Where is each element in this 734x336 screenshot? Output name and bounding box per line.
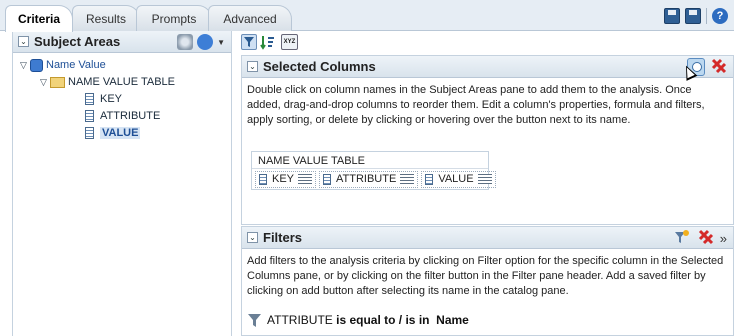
tree-node-label: KEY [100,93,123,105]
selected-columns-title: Selected Columns [263,59,376,74]
filter-icon [248,313,261,327]
save-icon[interactable] [664,8,680,24]
selected-columns-pane: ⌄ Selected Columns Double click on colum… [241,55,734,225]
filters-tools: » [674,229,727,247]
tab-toolbar: ? [664,8,728,24]
column-label: ATTRIBUTE [336,173,397,185]
tree-node-attribute[interactable]: ATTRIBUTE [85,108,160,124]
column-icon [85,127,94,139]
folder-icon [50,76,65,88]
column-icon [85,93,94,105]
tree-node-value[interactable]: VALUE [85,125,141,141]
filter-item[interactable]: ATTRIBUTE is equal to / is in Name [248,313,469,327]
column-value[interactable]: VALUE [421,170,496,188]
filters-pane: ⌄ Filters » Add filters to the analysis … [241,226,734,336]
tab-criteria-label: Criteria [17,12,61,26]
tree-node-label: Name Value [46,59,106,71]
filter-operator: is equal to / is in [336,313,430,327]
column-label: KEY [272,173,295,185]
criteria-toolbar: XYZ [238,31,734,53]
tab-prompts-label: Prompts [151,12,197,26]
column-icon [259,173,267,185]
tab-criteria[interactable]: Criteria [5,5,73,32]
help-icon[interactable]: ? [712,8,728,24]
chevron-down-icon[interactable]: ▼ [217,38,225,47]
subject-areas-tools: ▼ [177,34,225,50]
column-row: KEY ATTRIBUTE VALUE [252,169,496,189]
remove-all-icon[interactable] [698,229,714,247]
subject-areas-header: ⌄ Subject Areas ▼ [13,31,231,53]
refresh-icon[interactable] [197,34,214,50]
filters-header: ⌄ Filters » [242,227,733,249]
remove-all-icon[interactable] [711,58,727,76]
tab-advanced[interactable]: Advanced [208,5,292,31]
collapse-icon[interactable]: ⌄ [247,61,258,72]
xyz-icon[interactable]: XYZ [281,34,298,50]
column-key[interactable]: KEY [255,170,317,188]
tab-results-label: Results [85,12,126,26]
column-icon [85,110,94,122]
save-as-icon[interactable] [685,8,701,24]
table-name-header: NAME VALUE TABLE [252,152,488,169]
column-menu-icon[interactable] [400,174,415,184]
collapse-icon[interactable]: ⌄ [247,232,258,243]
column-icon [425,173,434,185]
tab-results[interactable]: Results [72,5,140,31]
column-menu-icon[interactable] [477,174,492,184]
column-properties-icon[interactable] [177,34,194,50]
tree-node-label: NAME VALUE TABLE [68,76,175,88]
column-icon [323,173,332,185]
tab-bar: Criteria Results Prompts Advanced ? [0,0,734,32]
column-attribute[interactable]: ATTRIBUTE [319,170,419,188]
tree-node-label: VALUE [100,127,141,139]
selected-columns-header: ⌄ Selected Columns [242,56,733,81]
filter-icon[interactable] [241,34,257,50]
tree-node-key[interactable]: KEY [85,91,122,107]
column-label: VALUE [438,173,474,185]
collapse-icon[interactable]: ⌄ [18,36,29,47]
filters-description: Add filters to the analysis criteria by … [247,255,724,297]
sort-icon[interactable] [260,34,276,50]
tree-node-label: ATTRIBUTE [100,110,161,122]
selected-columns-description: Double click on column names in the Subj… [247,84,705,126]
filter-value: Name [436,313,469,327]
subject-areas-title: Subject Areas [34,34,121,49]
subject-area-icon [30,58,43,72]
expand-icon[interactable]: ▽ [20,60,30,71]
toolbar-divider [706,8,707,24]
add-filter-icon[interactable] [674,229,692,247]
more-icon[interactable]: » [720,231,727,246]
filters-title: Filters [263,230,303,245]
tree-node-name-value-table[interactable]: ▽ NAME VALUE TABLE [40,74,175,90]
subject-areas-pane: ⌄ Subject Areas ▼ ▽ Name Value ▽ NAME VA… [12,31,232,336]
expand-icon[interactable]: ▽ [40,77,50,88]
selected-columns-table: NAME VALUE TABLE KEY ATTRIBUTE VALUE [251,151,496,190]
tab-prompts[interactable]: Prompts [136,5,212,31]
filter-column: ATTRIBUTE [267,313,333,327]
tab-advanced-label: Advanced [223,12,277,26]
tree-node-name-value[interactable]: ▽ Name Value [20,57,106,73]
column-menu-icon[interactable] [298,174,313,184]
